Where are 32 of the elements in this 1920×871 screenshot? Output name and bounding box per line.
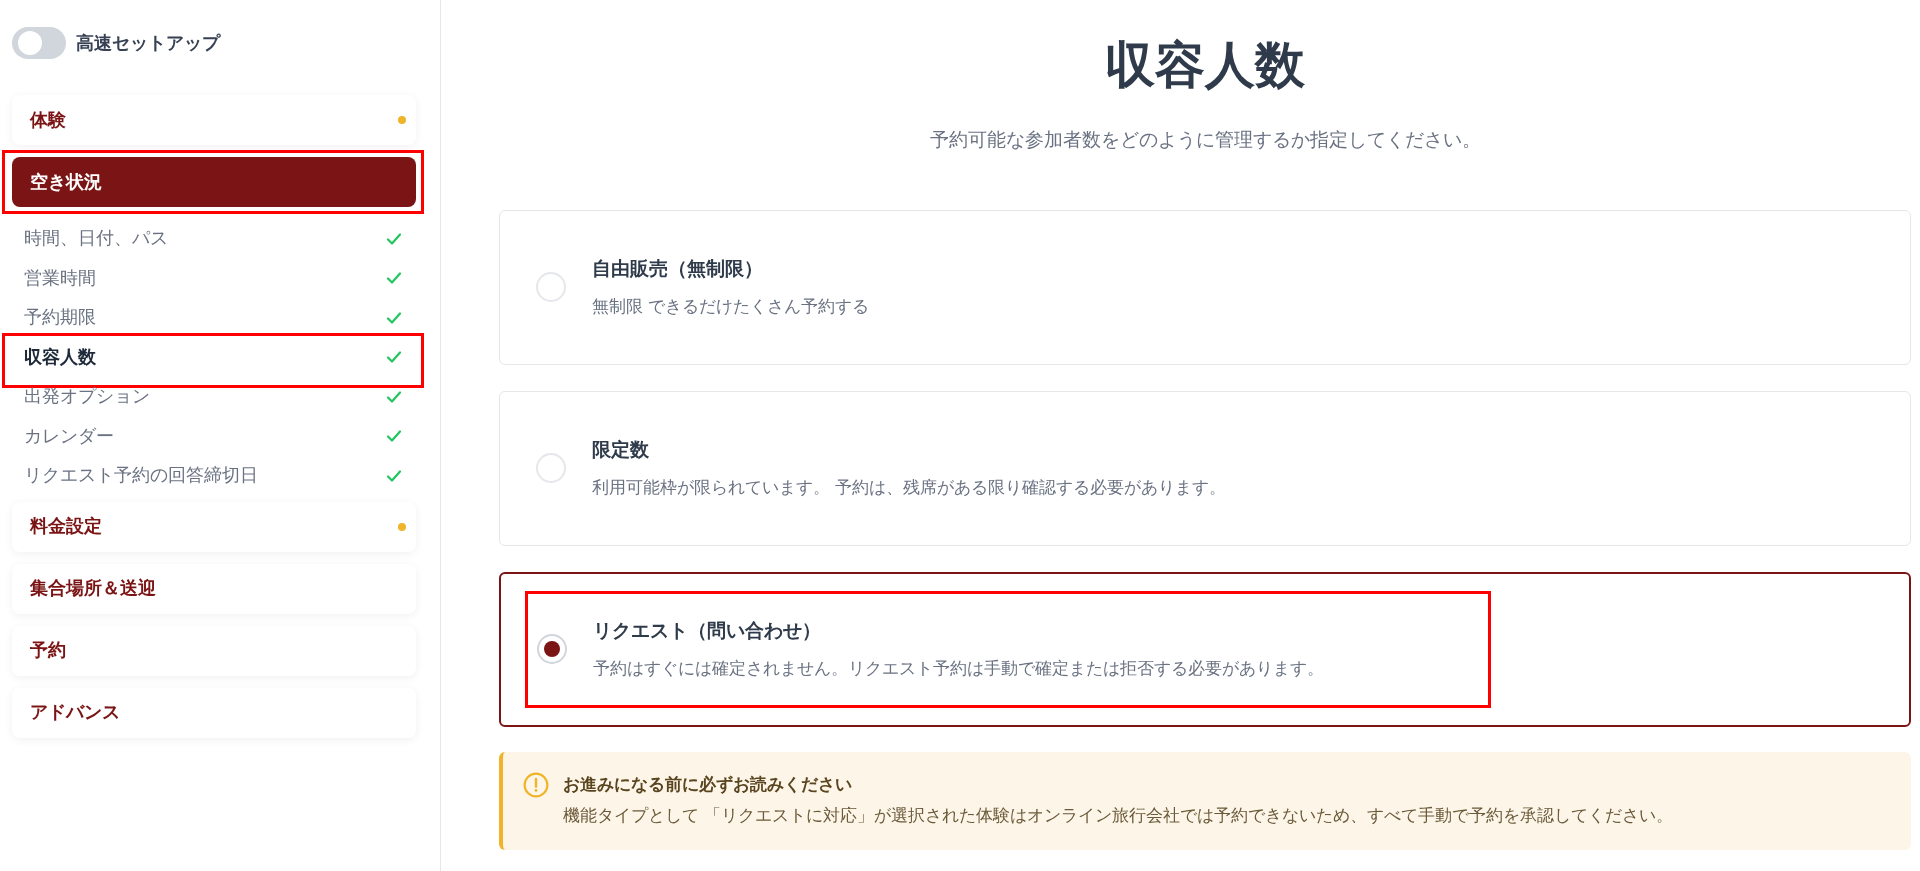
sidebar-section[interactable]: 体験 bbox=[12, 95, 416, 145]
toggle-label: 高速セットアップ bbox=[76, 31, 220, 55]
radio-button[interactable] bbox=[536, 453, 566, 483]
option-description: 利用可能枠が限られています。 予約は、残席がある限り確認する必要があります。 bbox=[592, 476, 1226, 499]
sidebar-section[interactable]: 集合場所＆送迎 bbox=[12, 563, 416, 614]
option-title: リクエスト（問い合わせ） bbox=[593, 619, 822, 643]
option-card[interactable]: 限定数 利用可能枠が限られています。 予約は、残席がある限り確認する必要があります。 bbox=[499, 390, 1911, 546]
option-description: 無制限 できるだけたくさん予約する bbox=[592, 295, 869, 318]
warning-icon bbox=[523, 771, 549, 798]
option-title: 自由販売（無制限） bbox=[592, 257, 764, 281]
sidebar-link[interactable]: 収容人数 bbox=[24, 343, 96, 371]
notice-title: お進みになる前に必ずお読みください bbox=[563, 773, 853, 796]
sidebar-section[interactable]: 料金設定 bbox=[12, 501, 416, 552]
sidebar-link[interactable]: カレンダー bbox=[24, 422, 114, 450]
radio-button[interactable] bbox=[537, 634, 567, 664]
sidebar-section[interactable]: 空き状況 bbox=[12, 157, 416, 207]
sidebar-link[interactable]: 予約期限 bbox=[24, 304, 96, 332]
option-card[interactable]: 自由販売（無制限） 無制限 できるだけたくさん予約する bbox=[499, 209, 1911, 365]
option-title: 限定数 bbox=[592, 438, 650, 462]
option-card[interactable]: リクエスト（問い合わせ） 予約はすぐには確定されません。リクエスト予約は手動で確定または拒否する必要があります。 bbox=[499, 571, 1911, 727]
sidebar-link[interactable]: 営業時間 bbox=[24, 264, 96, 292]
notice-text: 機能タイプとして 「リクエストに対応」が選択された体験はオンライン旅行会社では予約できないため、すべて手動で予約を承認してください。 bbox=[563, 805, 1673, 827]
option-description: 予約はすぐには確定されません。リクエスト予約は手動で確定または拒否する必要があります。 bbox=[593, 657, 1324, 680]
page-subtitle: 予約可能な参加者数をどのように管理するか指定してください。 bbox=[928, 128, 1482, 152]
sidebar-section[interactable]: 予約 bbox=[12, 625, 416, 676]
sidebar-link[interactable]: 出発オプション bbox=[24, 383, 150, 411]
toggle-switch[interactable] bbox=[12, 27, 66, 59]
sidebar-link[interactable]: 時間、日付、パス bbox=[24, 225, 168, 253]
radio-button[interactable] bbox=[536, 272, 566, 302]
page-title: 収容人数 bbox=[1104, 36, 1306, 95]
sidebar-section[interactable]: アドバンス bbox=[12, 687, 416, 738]
sidebar-link[interactable]: リクエスト予約の回答締切日 bbox=[24, 462, 258, 490]
